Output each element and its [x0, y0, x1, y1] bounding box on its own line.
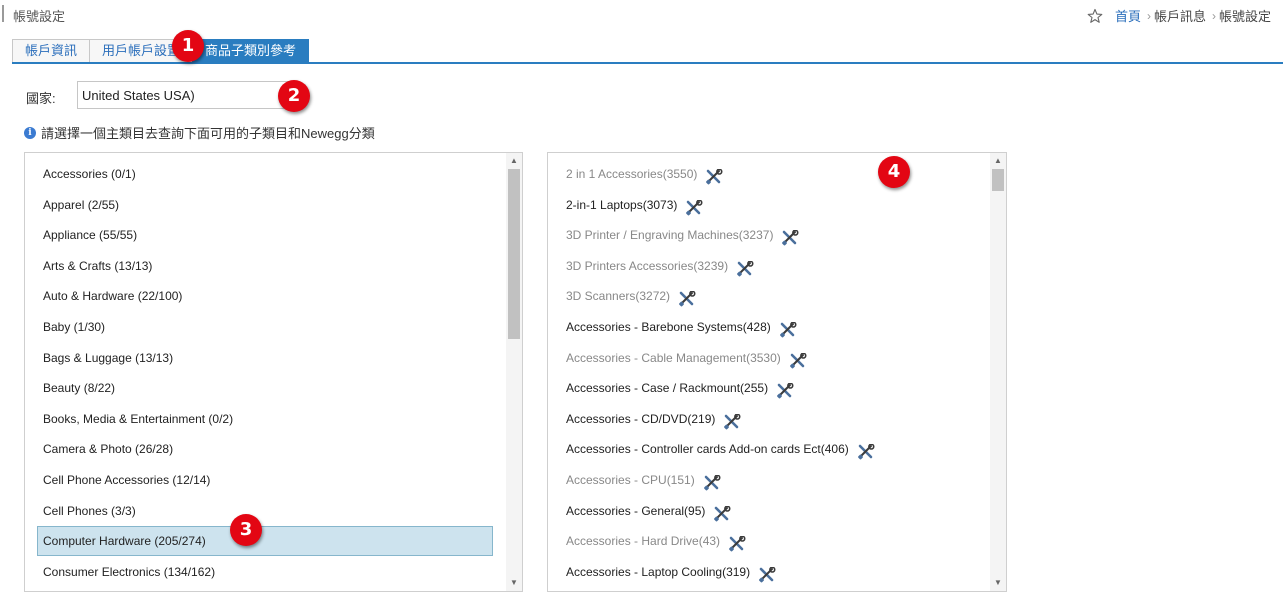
subcategory-item[interactable]: Accessories - Laptop Cooling(319): [566, 557, 776, 587]
subcategory-item[interactable]: Accessories - CPU(151): [566, 465, 721, 495]
main-category-item[interactable]: Beauty (8/22): [37, 373, 493, 403]
tools-icon[interactable]: [736, 258, 754, 277]
main-category-item[interactable]: Auto & Hardware (22/100): [37, 281, 493, 311]
subcategory-list[interactable]: 2 in 1 Accessories(3550) 2-in-1 Laptops(3…: [547, 152, 1007, 592]
tab-underline: [12, 62, 1283, 64]
subcategory-label: Accessories - Barebone Systems(428): [566, 320, 771, 334]
subcategory-label: Accessories - Case / Rackmount(255): [566, 381, 769, 396]
tools-icon[interactable]: [678, 288, 696, 307]
tools-icon[interactable]: [723, 411, 741, 430]
chevron-right-icon: ›: [1146, 8, 1151, 23]
title-accent-bar: [2, 5, 4, 22]
tools-icon[interactable]: [703, 472, 721, 491]
tab-subcategory-reference[interactable]: 商品子類別參考: [192, 39, 310, 63]
subcategory-item[interactable]: Accessories - CD/DVD(219): [566, 404, 741, 434]
scroll-up-arrow-icon[interactable]: ▲: [506, 153, 522, 169]
tools-icon[interactable]: [705, 166, 723, 185]
info-text: 請選擇一個主類目去查詢下面可用的子類目和Newegg分類: [41, 126, 375, 141]
subcategory-item[interactable]: Accessories - Cable Management(3530): [566, 343, 807, 373]
breadcrumb-home-link[interactable]: 首頁: [1115, 6, 1141, 25]
subcategory-label: Accessories - CD/DVD(219): [566, 411, 716, 426]
main-category-item[interactable]: Bags & Luggage (13/13): [37, 343, 493, 373]
main-category-items: Accessories (0/1) Apparel (2/55) Appliance…: [25, 153, 506, 591]
subcategory-item[interactable]: Accessories - Case / Rackmount(255): [566, 373, 794, 403]
annotation-marker-1: 1: [172, 30, 204, 62]
tools-icon[interactable]: [713, 503, 731, 522]
subcategory-label: 3D Scanners(3272): [566, 289, 671, 304]
subcategory-label: 2 in 1 Accessories(3550): [566, 167, 698, 181]
subcategory-item[interactable]: 2 in 1 Accessories(3550): [566, 159, 723, 189]
star-outline-icon[interactable]: [1087, 8, 1103, 24]
main-category-list[interactable]: Accessories (0/1) Apparel (2/55) Appliance…: [24, 152, 523, 592]
subcategory-label: Accessories - Laptop Cooling(319): [566, 564, 751, 579]
tools-icon[interactable]: [776, 380, 794, 399]
country-select[interactable]: [77, 81, 297, 109]
header-bar: 帳號設定 首頁 › 帳戶訊息 › 帳號設定: [0, 0, 1283, 28]
main-category-item[interactable]: Books, Media & Entertainment (0/2): [37, 404, 493, 434]
subcategory-label: 2-in-1 Laptops(3073): [566, 197, 678, 212]
main-category-item[interactable]: Baby (1/30): [37, 312, 493, 342]
main-category-scroll-thumb[interactable]: [508, 169, 520, 339]
annotation-marker-3: 3: [230, 514, 262, 546]
subcategory-item[interactable]: Accessories - General(95): [566, 496, 731, 526]
subcategory-label: 3D Printer / Engraving Machines(3237): [566, 228, 774, 243]
main-category-item[interactable]: Cell Phones (3/3): [37, 496, 493, 526]
tools-icon[interactable]: [779, 319, 797, 338]
main-category-item[interactable]: Camera & Photo (26/28): [37, 434, 493, 464]
main-category-item[interactable]: Accessories (0/1): [37, 159, 493, 189]
breadcrumb: 首頁 › 帳戶訊息 › 帳號設定: [1087, 6, 1271, 25]
page-title: 帳號設定: [13, 9, 66, 24]
main-category-item[interactable]: Appliance (55/55): [37, 220, 493, 250]
subcategory-item[interactable]: Accessories - Controller cards Add-on ca…: [566, 434, 875, 464]
main-category-item[interactable]: Cell Phone Accessories (12/14): [37, 465, 493, 495]
subcategory-item[interactable]: 3D Scanners(3272): [566, 281, 696, 311]
tab-account-info[interactable]: 帳戶資訊: [12, 39, 91, 63]
subcategory-items: 2 in 1 Accessories(3550) 2-in-1 Laptops(3…: [548, 153, 990, 591]
tools-icon[interactable]: [728, 533, 746, 552]
tools-icon[interactable]: [789, 350, 807, 369]
subcategory-label: 3D Printers Accessories(3239): [566, 258, 729, 273]
subcategory-label: Accessories - Cable Management(3530): [566, 350, 781, 365]
tools-icon[interactable]: [857, 441, 875, 460]
main-category-item[interactable]: Apparel (2/55): [37, 190, 493, 220]
chevron-right-icon: ›: [1211, 8, 1216, 23]
main-category-scrollbar[interactable]: ▲ ▼: [506, 153, 522, 591]
subcategory-label: Accessories - General(95): [566, 503, 706, 518]
subcategory-item[interactable]: 3D Printer / Engraving Machines(3237): [566, 220, 799, 250]
annotation-marker-4: 4: [878, 156, 910, 188]
subcategory-scroll-thumb[interactable]: [992, 169, 1004, 191]
settings-tabs: 帳戶資訊 用戶帳戶設置 商品子類別參考: [12, 39, 310, 63]
main-category-item[interactable]: Arts & Crafts (13/13): [37, 251, 493, 281]
subcategory-label: Accessories - Controller cards Add-on ca…: [566, 442, 849, 457]
subcategory-item[interactable]: Accessories - Barebone Systems(428): [566, 312, 797, 342]
tools-icon[interactable]: [781, 227, 799, 246]
subcategory-item[interactable]: 3D Printers Accessories(3239): [566, 251, 754, 281]
subcategory-scrollbar[interactable]: ▲ ▼: [990, 153, 1006, 591]
main-category-item[interactable]: Computer Hardware (205/274): [37, 526, 493, 557]
subcategory-label: Accessories - CPU(151): [566, 473, 695, 487]
main-category-item[interactable]: Consumer Electronics (134/162): [37, 557, 493, 587]
tools-icon[interactable]: [758, 564, 776, 583]
subcategory-item[interactable]: Accessories - Hard Drive(43): [566, 526, 746, 556]
subcategory-item[interactable]: 2-in-1 Laptops(3073): [566, 190, 703, 220]
annotation-marker-2: 2: [278, 80, 310, 112]
tools-icon[interactable]: [685, 197, 703, 216]
scroll-up-arrow-icon[interactable]: ▲: [990, 153, 1006, 169]
subcategory-label: Accessories - Hard Drive(43): [566, 534, 721, 549]
country-label: 國家:: [26, 91, 56, 106]
info-message: i 請選擇一個主類目去查詢下面可用的子類目和Newegg分類: [24, 123, 375, 142]
breadcrumb-item-account-info[interactable]: 帳戶訊息: [1154, 6, 1206, 25]
info-icon: i: [24, 126, 36, 139]
breadcrumb-item-account-settings: 帳號設定: [1218, 9, 1271, 24]
scroll-down-arrow-icon[interactable]: ▼: [990, 575, 1006, 591]
scroll-down-arrow-icon[interactable]: ▼: [506, 575, 522, 591]
